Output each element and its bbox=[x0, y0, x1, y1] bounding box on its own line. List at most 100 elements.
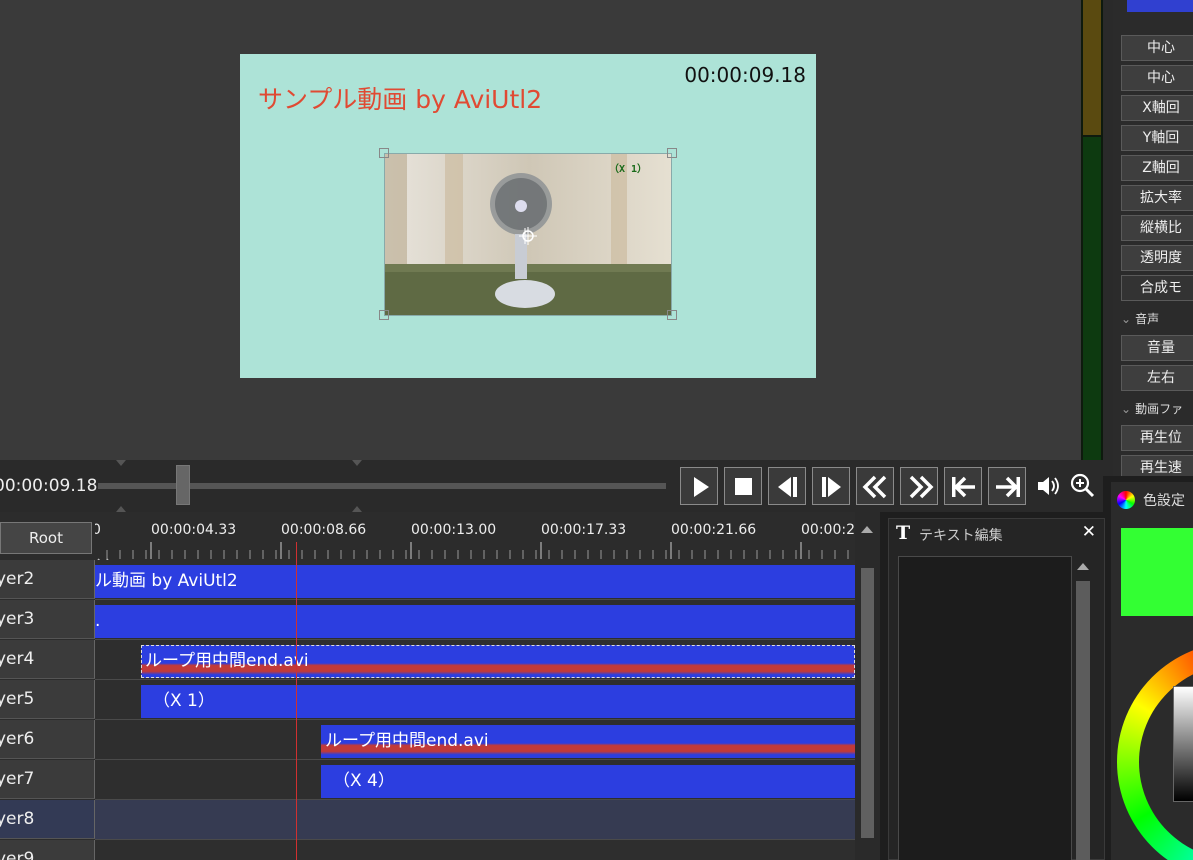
audio-level-meter bbox=[1081, 0, 1103, 460]
stop-button[interactable] bbox=[724, 467, 762, 505]
color-panel-title: 色設定 bbox=[1143, 493, 1185, 509]
prop-button-volume[interactable]: 音量 bbox=[1121, 335, 1193, 361]
ruler-ticks bbox=[106, 542, 849, 559]
seek-range-start-marker[interactable] bbox=[116, 460, 126, 466]
ruler-tick-label: 00:00:26 bbox=[801, 522, 855, 538]
color-wheel-icon bbox=[1117, 491, 1135, 509]
playhead[interactable] bbox=[296, 542, 297, 860]
play-icon bbox=[694, 477, 709, 497]
prop-button-play-speed[interactable]: 再生速 bbox=[1121, 455, 1193, 476]
property-panel: 中心 中心 X軸回 Y軸回 Z軸回 拡大率 縦横比 透明度 合成モ ⌄ 音声 音量… bbox=[1113, 0, 1193, 476]
current-time-display: 00:00:09.18 bbox=[0, 476, 98, 496]
seek-thumb[interactable] bbox=[176, 465, 190, 505]
prop-button-y-rotation[interactable]: Y軸回 bbox=[1121, 125, 1193, 151]
layer-row[interactable] bbox=[95, 840, 855, 860]
ruler-tick-label: 00:00:13.00 bbox=[411, 522, 497, 538]
prop-button-opacity[interactable]: 透明度 bbox=[1121, 245, 1193, 271]
prop-button-scale[interactable]: 拡大率 bbox=[1121, 185, 1193, 211]
layer-row[interactable]: ループ用中間end.avi bbox=[95, 640, 855, 680]
anchor-crosshair-icon[interactable] bbox=[518, 226, 538, 246]
layer-label-8[interactable]: yer8 bbox=[0, 800, 95, 839]
frame-timestamp: 00:00:09.18 bbox=[684, 63, 806, 87]
speaker-icon[interactable] bbox=[1034, 472, 1062, 500]
play-button[interactable] bbox=[680, 467, 718, 505]
seek-range-end-marker[interactable] bbox=[352, 460, 362, 466]
fast-forward-button[interactable] bbox=[900, 467, 938, 505]
prop-button-pan[interactable]: 左右 bbox=[1121, 365, 1193, 391]
root-button[interactable]: Root bbox=[0, 522, 92, 554]
color-settings-panel: 色設定 bbox=[1111, 482, 1193, 860]
prop-group-video-file[interactable]: ⌄ 動画ファ bbox=[1121, 400, 1183, 417]
resize-handle-top-left[interactable] bbox=[379, 148, 389, 158]
timeline-panel: Root 0 00:00:04.33 00:00:08.66 00:00:13.… bbox=[0, 512, 880, 860]
scrollbar-thumb[interactable] bbox=[861, 568, 874, 838]
prop-button-play-position[interactable]: 再生位 bbox=[1121, 425, 1193, 451]
text-panel-title: テキスト編集 bbox=[919, 528, 1003, 544]
preview-area: サンプル動画 by AviUtl2 00:00:09.18 （X 1） bbox=[0, 0, 1081, 460]
prop-button-z-rotation[interactable]: Z軸回 bbox=[1121, 155, 1193, 181]
meter-peak-segment bbox=[1083, 0, 1101, 135]
prop-button-center-y[interactable]: 中心 bbox=[1121, 65, 1193, 91]
skip-to-start-icon bbox=[952, 476, 975, 498]
double-chevron-left-icon bbox=[862, 475, 887, 499]
double-chevron-right-icon bbox=[909, 475, 934, 499]
resize-handle-bottom-left[interactable] bbox=[379, 310, 389, 320]
stop-icon bbox=[735, 478, 752, 495]
resize-handle-top-right[interactable] bbox=[667, 148, 677, 158]
chevron-down-icon: ⌄ bbox=[1121, 312, 1132, 326]
next-frame-button[interactable] bbox=[812, 467, 850, 505]
layer-label-6[interactable]: yer6 bbox=[0, 720, 95, 759]
timeline-clip-video[interactable]: ループ用中間end.avi bbox=[141, 645, 855, 678]
prev-frame-icon bbox=[778, 477, 797, 497]
time-ruler[interactable]: 0 00:00:04.33 00:00:08.66 00:00:13.00 00… bbox=[95, 512, 855, 560]
current-color-swatch[interactable] bbox=[1121, 528, 1193, 616]
layer-label-9[interactable]: yer9 bbox=[0, 840, 95, 860]
timeline-scrollbar[interactable] bbox=[855, 512, 880, 860]
saturation-value-picker[interactable] bbox=[1173, 686, 1193, 802]
text-edit-panel: T テキスト編集 ✕ bbox=[888, 518, 1105, 860]
panel-divider[interactable] bbox=[1103, 0, 1113, 476]
ruler-tick-label: 00:00:17.33 bbox=[541, 522, 627, 538]
close-icon[interactable]: ✕ bbox=[1082, 522, 1096, 542]
go-to-start-button[interactable] bbox=[944, 467, 982, 505]
go-to-end-button[interactable] bbox=[988, 467, 1026, 505]
rewind-button[interactable] bbox=[856, 467, 894, 505]
layer-label-5[interactable]: yer5 bbox=[0, 680, 95, 719]
prop-button-aspect[interactable]: 縦横比 bbox=[1121, 215, 1193, 241]
meter-level-segment bbox=[1083, 137, 1101, 460]
layer-row[interactable]: （X 1） bbox=[95, 680, 855, 720]
layer-label-3[interactable]: yer3 bbox=[0, 600, 95, 639]
layer-row-selected[interactable] bbox=[95, 800, 855, 840]
scroll-up-icon[interactable] bbox=[1076, 561, 1090, 571]
video-overlay-label: （X 1） bbox=[609, 164, 648, 175]
scroll-up-icon[interactable] bbox=[860, 524, 874, 534]
timeline-clip[interactable]: . bbox=[95, 605, 855, 638]
ruler-tick-label: 00:00:21.66 bbox=[671, 522, 757, 538]
zoom-in-icon[interactable] bbox=[1068, 472, 1096, 500]
layer-label-4[interactable]: yer4 bbox=[0, 640, 95, 679]
text-edit-area[interactable] bbox=[898, 556, 1072, 860]
prop-button-center-x[interactable]: 中心 bbox=[1121, 35, 1193, 61]
ruler-tick-label: 0 bbox=[95, 522, 101, 538]
prop-group-audio[interactable]: ⌄ 音声 bbox=[1121, 310, 1159, 327]
frame-title-text[interactable]: サンプル動画 by AviUtl2 bbox=[258, 80, 542, 116]
prop-button-x-rotation[interactable]: X軸回 bbox=[1121, 95, 1193, 121]
timeline-clip-text[interactable]: （X 4） bbox=[321, 765, 855, 798]
layer-row[interactable]: . bbox=[95, 600, 855, 640]
layer-row[interactable]: ル動画 by AviUtl2 bbox=[95, 560, 855, 600]
layer-label-2[interactable]: yer2 bbox=[0, 560, 95, 599]
ruler-tick-label: 00:00:08.66 bbox=[281, 522, 367, 538]
video-frame[interactable]: サンプル動画 by AviUtl2 00:00:09.18 （X 1） bbox=[240, 54, 816, 378]
prev-frame-button[interactable] bbox=[768, 467, 806, 505]
prop-group-video-label: 動画ファ bbox=[1135, 402, 1184, 416]
layer-label-7[interactable]: yer7 bbox=[0, 760, 95, 799]
layer-row[interactable]: ループ用中間end.avi bbox=[95, 720, 855, 760]
resize-handle-bottom-right[interactable] bbox=[667, 310, 677, 320]
prop-button-blend-mode[interactable]: 合成モ bbox=[1121, 275, 1193, 301]
timeline-clip-text[interactable]: （X 1） bbox=[141, 685, 855, 718]
scrollbar-thumb[interactable] bbox=[1076, 581, 1090, 860]
skip-to-end-icon bbox=[996, 476, 1020, 498]
layer-row[interactable]: （X 4） bbox=[95, 760, 855, 800]
timeline-clip-video[interactable]: ループ用中間end.avi bbox=[321, 725, 855, 758]
timeline-clip-text[interactable]: ル動画 by AviUtl2 bbox=[95, 565, 855, 598]
